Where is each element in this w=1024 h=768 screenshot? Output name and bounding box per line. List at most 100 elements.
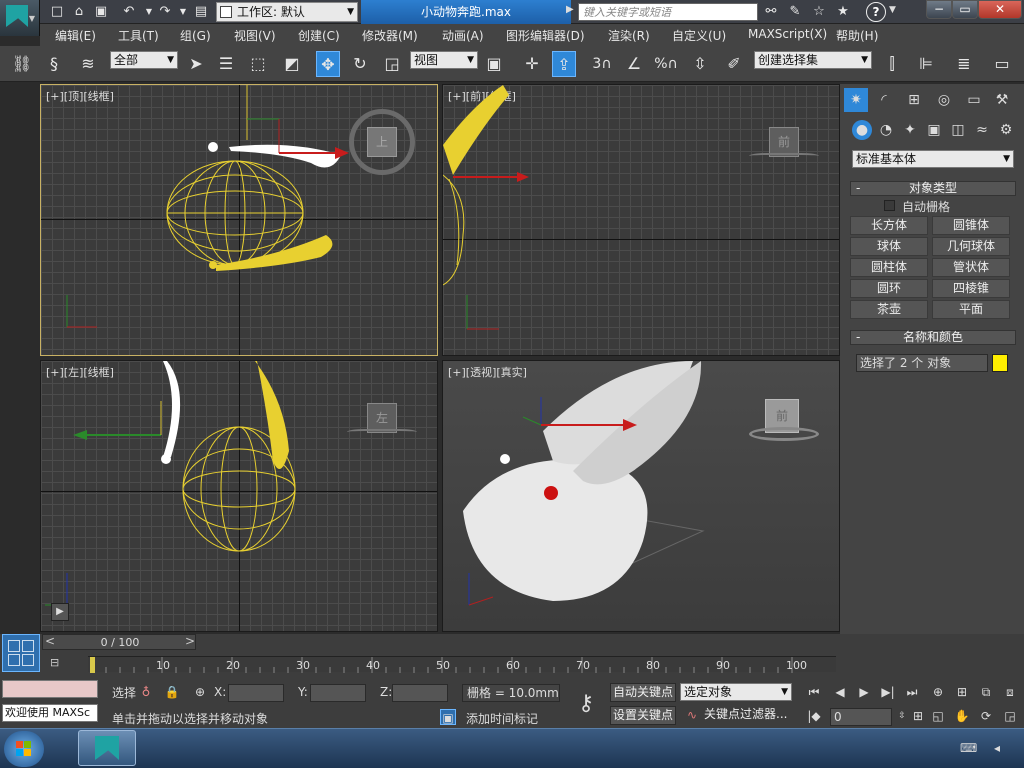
- viewcube-ring[interactable]: [347, 429, 417, 435]
- selection-filter-dropdown[interactable]: 全部 ▼: [110, 51, 178, 69]
- motion-tab-icon[interactable]: ◎: [932, 88, 956, 112]
- window-crossing-icon[interactable]: ◩: [280, 51, 304, 77]
- search-input[interactable]: 键入关键字或短语: [578, 3, 758, 21]
- percent-snap-icon[interactable]: %∩: [654, 51, 678, 77]
- keyboard-shortcut-override-icon[interactable]: ⇪: [552, 51, 576, 77]
- zoom-extents-icon[interactable]: ⧉: [978, 684, 994, 700]
- application-menu-button[interactable]: ▼: [0, 0, 40, 36]
- start-button[interactable]: [4, 731, 44, 767]
- time-configuration-icon[interactable]: ⊞: [910, 708, 926, 724]
- object-name-field[interactable]: 选择了 2 个 对象: [856, 354, 988, 372]
- object-category-dropdown[interactable]: 标准基本体 ▼: [852, 150, 1014, 168]
- create-tab-icon[interactable]: ✷: [844, 88, 868, 112]
- selection-lock-icon[interactable]: 🔒: [164, 684, 180, 700]
- pan-view-icon[interactable]: ✋: [954, 708, 970, 724]
- viewport-perspective[interactable]: [+][透视][真实] 前: [442, 360, 840, 632]
- isolate-selection-icon[interactable]: ♁: [138, 684, 154, 700]
- z-coordinate-field[interactable]: [392, 684, 448, 702]
- select-object-icon[interactable]: ➤: [184, 51, 208, 77]
- tube-button[interactable]: 管状体: [932, 258, 1010, 277]
- play-icon[interactable]: ▶: [856, 684, 872, 700]
- key-mode-dropdown[interactable]: 选定对象 ▼: [680, 683, 792, 701]
- teapot-button[interactable]: 茶壶: [850, 300, 928, 319]
- keyboard-tray-icon[interactable]: ⌨: [960, 741, 977, 755]
- binoculars-icon[interactable]: ⚯: [762, 3, 780, 20]
- curve-editor-icon[interactable]: ⊟: [50, 656, 72, 670]
- menu-modifiers[interactable]: 修改器(M): [362, 27, 418, 44]
- absolute-mode-icon[interactable]: ⊕: [192, 684, 208, 700]
- viewport-front[interactable]: [+][前][线框] 前: [442, 84, 840, 356]
- bind-space-warp-icon[interactable]: ≋: [76, 51, 100, 77]
- menu-create[interactable]: 创建(C): [298, 27, 340, 44]
- torus-button[interactable]: 圆环: [850, 279, 928, 298]
- object-color-swatch[interactable]: [992, 354, 1008, 372]
- help-button[interactable]: ?: [866, 2, 886, 22]
- undo-icon[interactable]: ↶: [120, 3, 138, 20]
- menu-tools[interactable]: 工具(T): [118, 27, 159, 44]
- graphite-ribbon-icon[interactable]: ▭: [990, 51, 1014, 77]
- sphere-button[interactable]: 球体: [850, 237, 928, 256]
- previous-frame-icon[interactable]: ◀: [832, 684, 848, 700]
- favorites-star-icon[interactable]: ★: [834, 3, 852, 20]
- named-selection-dropdown[interactable]: 创建选择集 ▼: [754, 51, 872, 69]
- helpers-category-icon[interactable]: ◫: [948, 120, 968, 140]
- viewport-top[interactable]: [+][顶][线框] 上: [40, 84, 438, 356]
- display-tab-icon[interactable]: ▭: [962, 88, 986, 112]
- geosphere-button[interactable]: 几何球体: [932, 237, 1010, 256]
- menu-rendering[interactable]: 渲染(R): [608, 27, 650, 44]
- link-icon[interactable]: ⛓: [10, 51, 34, 77]
- time-playhead[interactable]: [90, 657, 95, 673]
- geometry-category-icon[interactable]: ●: [852, 120, 872, 140]
- systems-category-icon[interactable]: ⚙: [996, 120, 1016, 140]
- select-and-rotate-icon[interactable]: ↻: [348, 51, 372, 77]
- redo-dropdown-icon[interactable]: ▼: [174, 3, 192, 20]
- set-key-icon[interactable]: ⚷: [566, 684, 606, 724]
- mirror-icon[interactable]: ⫿: [880, 51, 904, 77]
- zoom-extents-all-icon[interactable]: ⧈: [1002, 684, 1018, 700]
- track-bar[interactable]: 10 20 30 40 50 60 70 80 90 100: [88, 656, 836, 673]
- name-color-rollout[interactable]: - 名称和颜色: [850, 330, 1016, 345]
- communication-center-icon[interactable]: ✎: [786, 3, 804, 20]
- next-frame-icon[interactable]: ▶|: [880, 684, 896, 700]
- cylinder-button[interactable]: 圆柱体: [850, 258, 928, 277]
- pivot-center-icon[interactable]: ▣: [482, 51, 506, 77]
- close-button[interactable]: ✕: [978, 0, 1022, 19]
- menu-views[interactable]: 视图(V): [234, 27, 276, 44]
- maximize-viewport-button[interactable]: ▶: [51, 603, 69, 621]
- plane-button[interactable]: 平面: [932, 300, 1010, 319]
- maximize-toggle-icon[interactable]: ◲: [1002, 708, 1018, 724]
- project-folder-icon[interactable]: ▤: [192, 3, 210, 20]
- taskbar-3dsmax-button[interactable]: [78, 730, 136, 766]
- viewport-left[interactable]: [+][左][线框] 左 ▶: [40, 360, 438, 632]
- unlink-icon[interactable]: §: [42, 51, 66, 77]
- zoom-all-icon[interactable]: ⊞: [954, 684, 970, 700]
- viewcube-ring[interactable]: [749, 427, 819, 441]
- redo-icon[interactable]: ↷: [156, 3, 174, 20]
- box-button[interactable]: 长方体: [850, 216, 928, 235]
- maximize-button[interactable]: ▭: [952, 0, 978, 19]
- align-icon[interactable]: ⊫: [914, 51, 938, 77]
- object-type-rollout[interactable]: - 对象类型: [850, 181, 1016, 196]
- menu-animation[interactable]: 动画(A): [442, 27, 484, 44]
- layer-manager-icon[interactable]: ≣: [952, 51, 976, 77]
- cone-button[interactable]: 圆锥体: [932, 216, 1010, 235]
- lights-category-icon[interactable]: ✦: [900, 120, 920, 140]
- select-by-name-icon[interactable]: ☰: [214, 51, 238, 77]
- key-filters-button[interactable]: 关键点过滤器...: [704, 706, 792, 725]
- spinner-snap-icon[interactable]: ⇳: [688, 51, 712, 77]
- go-to-end-icon[interactable]: ⏭: [904, 684, 920, 700]
- exchange-icon[interactable]: ☆: [810, 3, 828, 20]
- rectangular-selection-icon[interactable]: ⬚: [246, 51, 270, 77]
- zoom-region-icon[interactable]: ◱: [930, 708, 946, 724]
- edit-named-selection-icon[interactable]: ✐: [722, 51, 746, 77]
- manipulate-icon[interactable]: ✛: [520, 51, 544, 77]
- expand-arrow-icon[interactable]: ▶: [566, 4, 574, 15]
- key-mode-toggle-icon[interactable]: |◆: [806, 708, 822, 724]
- open-file-icon[interactable]: ⌂: [70, 3, 88, 20]
- angle-snap-icon[interactable]: ∠: [622, 51, 646, 77]
- shapes-category-icon[interactable]: ◔: [876, 120, 896, 140]
- menu-customize[interactable]: 自定义(U): [672, 27, 726, 44]
- snaps-toggle-icon[interactable]: 3∩: [590, 51, 614, 77]
- time-slider[interactable]: < 0 / 100 >: [42, 634, 196, 650]
- autogrid-checkbox[interactable]: [884, 200, 895, 211]
